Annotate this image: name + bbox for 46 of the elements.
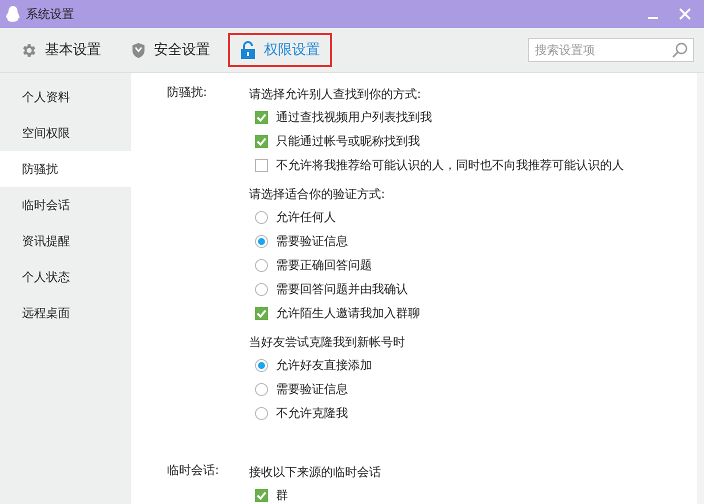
group-heading: 请选择允许别人查找到你的方式: [249, 86, 422, 102]
settings-tab[interactable]: 基本设置 [8, 33, 113, 67]
sidebar-item[interactable]: 个人状态 [0, 259, 131, 295]
checkbox-label: 通过查找视频用户列表找到我 [276, 108, 432, 126]
section-label: 防骚扰: [167, 84, 208, 101]
group-heading: 接收以下来源的临时会话 [249, 464, 381, 480]
checkbox-label: 允许陌生人邀请我加入群聊 [276, 304, 420, 322]
checkbox[interactable] [255, 110, 268, 124]
checkbox[interactable] [255, 488, 268, 502]
radio-label: 需要回答问题并由我确认 [276, 280, 408, 298]
lock-icon [240, 41, 256, 59]
radio-button[interactable] [255, 234, 268, 248]
group-heading: 请选择适合你的验证方式: [249, 186, 386, 202]
shield-icon [131, 42, 146, 58]
group-heading: 当好友尝试克隆我到新帐号时 [249, 334, 405, 350]
sidebar-item[interactable]: 资讯提醒 [0, 223, 131, 259]
checkbox-label: 只能通过帐号或昵称找到我 [276, 132, 420, 150]
sidebar-item[interactable]: 防骚扰 [0, 151, 131, 187]
sidebar-item[interactable]: 临时会话 [0, 187, 131, 223]
sidebar-item[interactable]: 个人资料 [0, 79, 131, 115]
radio-label: 需要验证信息 [276, 380, 348, 398]
radio-button[interactable] [255, 382, 268, 396]
radio-button[interactable] [255, 210, 268, 224]
radio-button[interactable] [255, 282, 268, 296]
window-title: 系统设置 [26, 6, 75, 22]
radio-button[interactable] [255, 258, 268, 272]
radio-button[interactable] [255, 406, 268, 420]
checkbox-label: 不允许将我推荐给可能认识的人，同时也不向我推荐可能认识的人 [276, 156, 624, 174]
settings-tab[interactable]: 安全设置 [119, 33, 222, 67]
checkbox[interactable] [255, 306, 268, 320]
radio-button[interactable] [255, 358, 268, 372]
radio-label: 允许任何人 [276, 208, 336, 226]
search-field[interactable]: 搜索设置项 [528, 38, 694, 62]
checkbox-label: 群 [276, 486, 288, 504]
close-icon[interactable] [679, 8, 691, 20]
radio-label: 不允许克隆我 [276, 404, 348, 422]
radio-label: 需要验证信息 [276, 232, 348, 250]
radio-label: 需要正确回答问题 [276, 256, 372, 274]
checkbox[interactable] [255, 158, 268, 172]
radio-label: 允许好友直接添加 [276, 356, 372, 374]
sidebar-item[interactable]: 空间权限 [0, 115, 131, 151]
penguin-icon [6, 6, 20, 22]
section-label: 临时会话: [167, 462, 220, 479]
search-icon [672, 42, 688, 58]
checkbox[interactable] [255, 134, 268, 148]
sidebar-item[interactable]: 远程桌面 [0, 295, 131, 331]
